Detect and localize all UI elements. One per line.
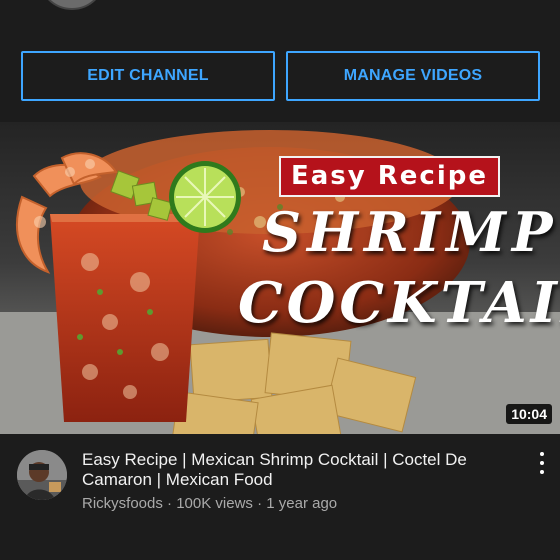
channel-avatar[interactable] [17, 450, 67, 500]
edit-channel-button[interactable]: EDIT CHANNEL [21, 51, 275, 101]
thumbnail-title-line-1: SHRIMP [262, 200, 559, 264]
upload-age: 1 year ago [266, 495, 338, 512]
video-title[interactable]: Easy Recipe | Mexican Shrimp Cocktail | … [82, 450, 502, 490]
channel-actions: EDIT CHANNEL MANAGE VIDEOS [21, 51, 540, 101]
recipe-badge: Easy Recipe [279, 156, 501, 197]
channel-name[interactable]: Rickysfoods [82, 495, 163, 512]
view-count: 100K views [176, 495, 253, 512]
kebab-dot [540, 452, 544, 456]
meta-separator: · [257, 495, 263, 512]
video-subtitle: Rickysfoods · 100K views · 1 year ago [82, 495, 337, 512]
meta-separator: · [167, 495, 173, 512]
duration-badge: 10:04 [506, 404, 552, 424]
kebab-dot [540, 461, 544, 465]
video-meta: Easy Recipe | Mexican Shrimp Cocktail | … [0, 434, 560, 560]
kebab-dot [540, 470, 544, 474]
channel-avatar-top [38, 0, 106, 10]
manage-videos-button[interactable]: MANAGE VIDEOS [286, 51, 540, 101]
thumbnail-title-line-2: COCKTAIL [238, 270, 560, 336]
more-options-icon[interactable] [534, 452, 550, 474]
video-thumbnail[interactable]: Easy Recipe SHRIMP COCKTAIL 10:04 [0, 122, 560, 434]
avatar-image [17, 450, 67, 500]
